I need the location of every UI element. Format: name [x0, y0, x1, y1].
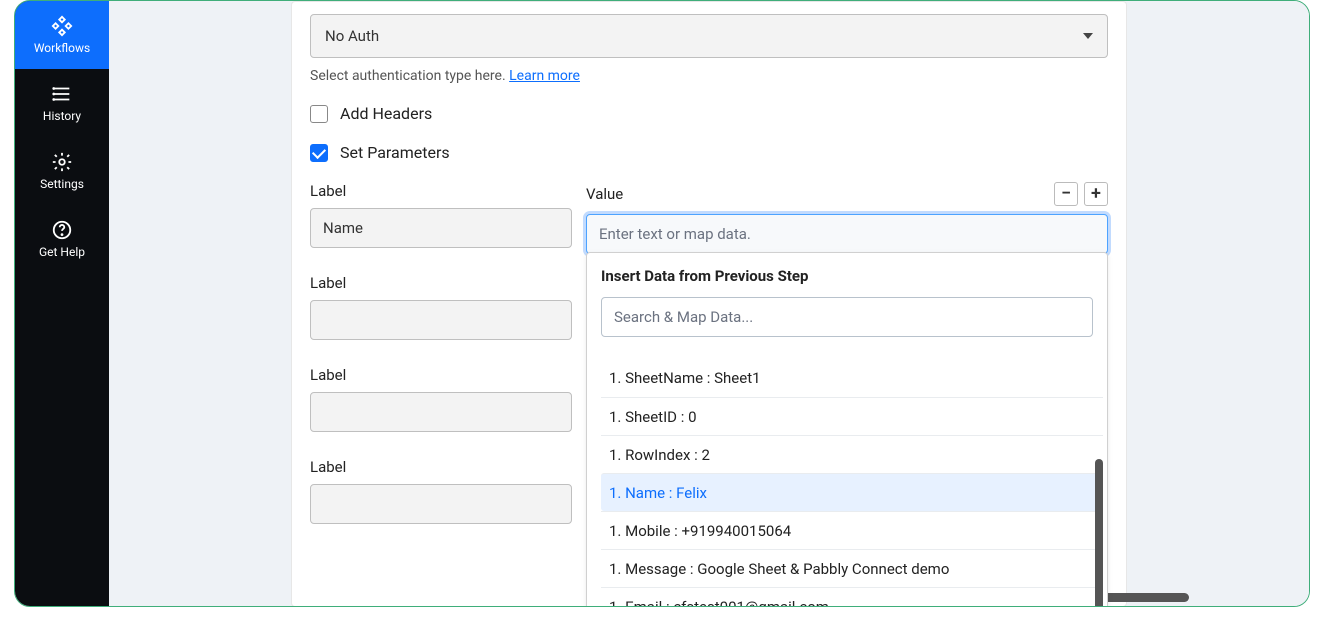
- data-picker-title: Insert Data from Previous Step: [601, 267, 1103, 285]
- sidebar: Workflows History Settings Get Help: [15, 1, 109, 606]
- label-heading: Label: [310, 458, 572, 476]
- label-heading: Label: [310, 274, 572, 292]
- parameters-row: Label Label Label Label: [310, 182, 1108, 524]
- sidebar-item-label: Workflows: [34, 41, 90, 55]
- sidebar-item-label: Get Help: [39, 245, 85, 259]
- data-item[interactable]: 1. Name : Felix: [601, 473, 1103, 511]
- param-label-input[interactable]: [310, 208, 572, 248]
- data-item[interactable]: 1. Message : Google Sheet & Pabbly Conne…: [601, 549, 1103, 587]
- auth-type-select[interactable]: No Auth: [310, 14, 1108, 58]
- value-heading: Value: [586, 185, 623, 203]
- main-area: No Auth Select authentication type here.…: [109, 1, 1309, 606]
- data-item[interactable]: 1. SheetID : 0: [601, 397, 1103, 435]
- chevron-down-icon: [1083, 33, 1093, 39]
- param-label-input[interactable]: [310, 484, 572, 524]
- sidebar-item-label: Settings: [40, 177, 84, 191]
- set-parameters-checkbox[interactable]: [310, 144, 328, 162]
- sidebar-item-label: History: [43, 109, 81, 123]
- sidebar-item-settings[interactable]: Settings: [15, 137, 109, 205]
- help-icon: [51, 219, 73, 241]
- set-parameters-row: Set Parameters: [310, 143, 1108, 162]
- sidebar-item-get-help[interactable]: Get Help: [15, 205, 109, 273]
- label-heading: Label: [310, 366, 572, 384]
- data-picker-list: 1. SheetName : Sheet1 1. SheetID : 0 1. …: [601, 359, 1103, 606]
- learn-more-link[interactable]: Learn more: [509, 68, 580, 84]
- data-picker-dropdown: Insert Data from Previous Step 1. SheetN…: [586, 252, 1108, 606]
- label-column: Label Label Label Label: [310, 182, 572, 524]
- auth-helper-text: Select authentication type here. Learn m…: [310, 68, 1108, 84]
- data-item[interactable]: 1. SheetName : Sheet1: [601, 359, 1103, 397]
- row-controls: − +: [1054, 182, 1108, 206]
- auth-type-value: No Auth: [325, 27, 379, 45]
- sidebar-item-history[interactable]: History: [15, 69, 109, 137]
- data-picker-search[interactable]: [601, 297, 1093, 337]
- workflow-icon: [51, 15, 73, 37]
- add-headers-row: Add Headers: [310, 104, 1108, 123]
- history-icon: [51, 83, 73, 105]
- remove-row-button[interactable]: −: [1054, 182, 1078, 206]
- data-item[interactable]: 1. RowIndex : 2: [601, 435, 1103, 473]
- app-frame: Workflows History Settings Get Help No A…: [14, 0, 1310, 607]
- data-item[interactable]: 1. Email : cfstest001@gmail.com: [601, 587, 1103, 606]
- add-headers-label: Add Headers: [340, 104, 432, 123]
- data-item[interactable]: 1. Mobile : +919940015064: [601, 511, 1103, 549]
- param-value-input[interactable]: [586, 214, 1108, 254]
- param-label-input[interactable]: [310, 300, 572, 340]
- config-card: No Auth Select authentication type here.…: [291, 1, 1127, 606]
- add-headers-checkbox[interactable]: [310, 105, 328, 123]
- dropdown-scrollbar[interactable]: [1095, 459, 1103, 606]
- label-heading: Label: [310, 182, 572, 200]
- add-row-button[interactable]: +: [1084, 182, 1108, 206]
- gear-icon: [51, 151, 73, 173]
- sidebar-item-workflows[interactable]: Workflows: [15, 1, 109, 69]
- set-parameters-label: Set Parameters: [340, 143, 450, 162]
- param-label-input[interactable]: [310, 392, 572, 432]
